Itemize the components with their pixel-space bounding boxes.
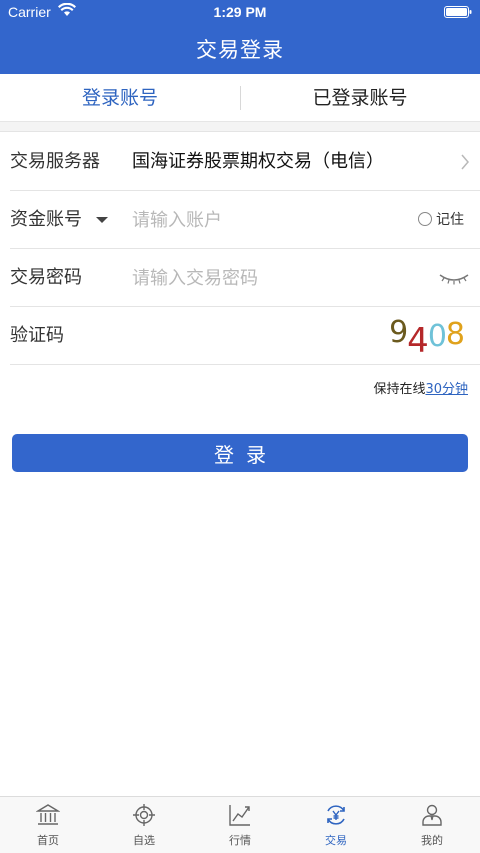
account-row: 资金账号 记住 bbox=[0, 191, 480, 249]
section-gap bbox=[0, 122, 480, 132]
chart-icon bbox=[229, 805, 250, 826]
captcha-row: 验证码 9408 bbox=[0, 307, 480, 365]
captcha-label: 验证码 bbox=[10, 325, 64, 346]
tab-logged-accounts[interactable]: 已登录账号 bbox=[240, 74, 480, 122]
keep-online-duration-link[interactable]: 30分钟 bbox=[425, 382, 468, 397]
password-row: 交易密码 bbox=[0, 249, 480, 307]
login-button[interactable]: 登录 bbox=[12, 434, 468, 472]
account-label[interactable]: 资金账号 bbox=[10, 191, 82, 249]
remember-radio-icon[interactable] bbox=[418, 211, 432, 226]
status-bar: Carrier 1:29 PM bbox=[0, 0, 480, 24]
password-input[interactable] bbox=[132, 263, 402, 293]
captcha-digit: 0 bbox=[427, 319, 447, 354]
keep-online: 保持在线30分钟 bbox=[373, 378, 468, 397]
eye-closed-icon[interactable] bbox=[438, 271, 470, 285]
trade-icon bbox=[327, 805, 345, 825]
tabbar-label: 交易 bbox=[325, 834, 347, 847]
captcha-digit: 8 bbox=[445, 317, 465, 352]
row-divider bbox=[10, 364, 480, 365]
remember-toggle[interactable]: 记住 bbox=[418, 191, 464, 249]
tabbar-label: 行情 bbox=[229, 834, 251, 847]
bank-icon bbox=[36, 804, 60, 825]
tabbar-label: 自选 bbox=[133, 834, 155, 847]
header: Carrier 1:29 PM 交易登录 bbox=[0, 0, 480, 74]
tabbar-label: 首页 bbox=[37, 834, 59, 847]
chevron-right-icon bbox=[461, 154, 469, 170]
keep-online-prefix: 保持在线 bbox=[373, 382, 426, 397]
server-row[interactable]: 交易服务器 国海证券股票期权交易（电信） bbox=[0, 133, 480, 191]
tabbar-item-watchlist[interactable]: 自选 bbox=[96, 797, 192, 853]
page-title: 交易登录 bbox=[196, 38, 284, 62]
bottom-tabbar: 首页 自选 行情 交易 我的 bbox=[0, 796, 480, 853]
tabbar-item-market[interactable]: 行情 bbox=[192, 797, 288, 853]
login-tabs: 登录账号 已登录账号 bbox=[0, 74, 480, 122]
tabbar-item-trade[interactable]: 交易 bbox=[288, 797, 384, 853]
password-label: 交易密码 bbox=[10, 267, 82, 288]
battery-icon bbox=[444, 6, 472, 18]
captcha-image[interactable]: 9408 bbox=[389, 315, 465, 361]
status-time: 1:29 PM bbox=[213, 4, 267, 20]
tabbar-item-mine[interactable]: 我的 bbox=[384, 797, 480, 853]
captcha-digit: 4 bbox=[407, 321, 429, 361]
server-value: 国海证券股票期权交易（电信） bbox=[132, 151, 384, 172]
tab-login-account[interactable]: 登录账号 bbox=[0, 74, 240, 122]
server-label: 交易服务器 bbox=[10, 151, 100, 172]
tabbar-label: 我的 bbox=[421, 834, 443, 847]
account-input[interactable] bbox=[132, 205, 402, 235]
person-icon bbox=[422, 804, 442, 826]
remember-label: 记住 bbox=[436, 212, 464, 228]
target-icon bbox=[133, 804, 155, 826]
tabbar-item-home[interactable]: 首页 bbox=[0, 797, 96, 853]
account-type-caret-icon[interactable] bbox=[96, 217, 108, 223]
captcha-digit: 9 bbox=[389, 315, 408, 350]
